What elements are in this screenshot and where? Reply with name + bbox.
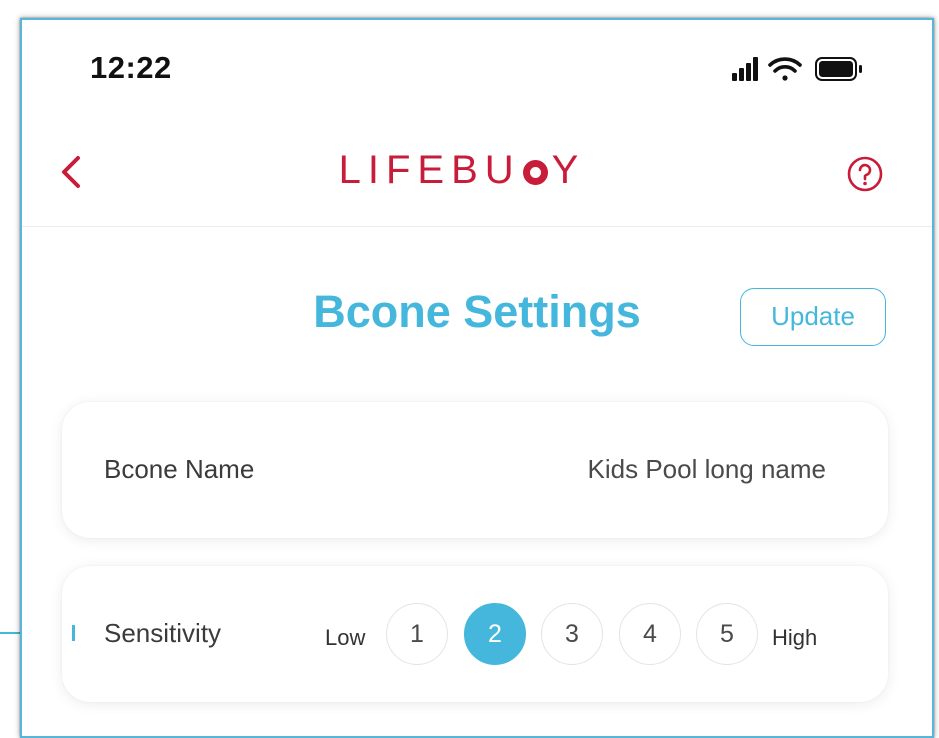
logo-text-suffix: Y <box>551 148 586 192</box>
signal-icon <box>732 57 758 81</box>
battery-icon <box>815 57 862 81</box>
sensitivity-card: Sensitivity Low 1 2 3 4 5 High <box>62 566 888 702</box>
status-icons <box>732 57 862 81</box>
bcone-name-card[interactable]: Bcone Name Kids Pool long name <box>62 402 888 538</box>
update-button[interactable]: Update <box>740 288 886 346</box>
logo-text-prefix: LIFEBU <box>338 148 521 192</box>
phone-screen: 12:22 LIFEBU Y Bcone Settings Update Bco… <box>20 18 934 738</box>
sensitivity-high-label: High <box>772 625 818 650</box>
chevron-left-icon <box>62 156 80 188</box>
sensitivity-low-label: Low <box>325 625 366 650</box>
logo-ring <box>522 160 548 185</box>
sensitivity-option-3[interactable]: 3 <box>541 603 603 665</box>
sensitivity-option-4[interactable]: 4 <box>619 603 681 665</box>
page-title: Bcone Settings <box>313 286 641 337</box>
header-divider <box>22 226 932 227</box>
status-time: 12:22 <box>90 50 172 85</box>
back-button[interactable] <box>52 150 92 194</box>
sensitivity-label: Sensitivity <box>104 618 222 648</box>
sensitivity-option-2[interactable]: 2 <box>464 603 526 665</box>
wifi-icon <box>768 57 802 81</box>
brand-logo: LIFEBU Y <box>262 148 662 193</box>
help-circle-icon <box>847 156 883 192</box>
sensitivity-option-1[interactable]: 1 <box>386 603 448 665</box>
bcone-name-label: Bcone Name <box>104 454 255 484</box>
callout-tick <box>72 625 75 641</box>
sensitivity-option-5[interactable]: 5 <box>696 603 758 665</box>
bcone-name-value[interactable]: Kids Pool long name <box>588 454 826 485</box>
help-button[interactable] <box>846 155 884 193</box>
